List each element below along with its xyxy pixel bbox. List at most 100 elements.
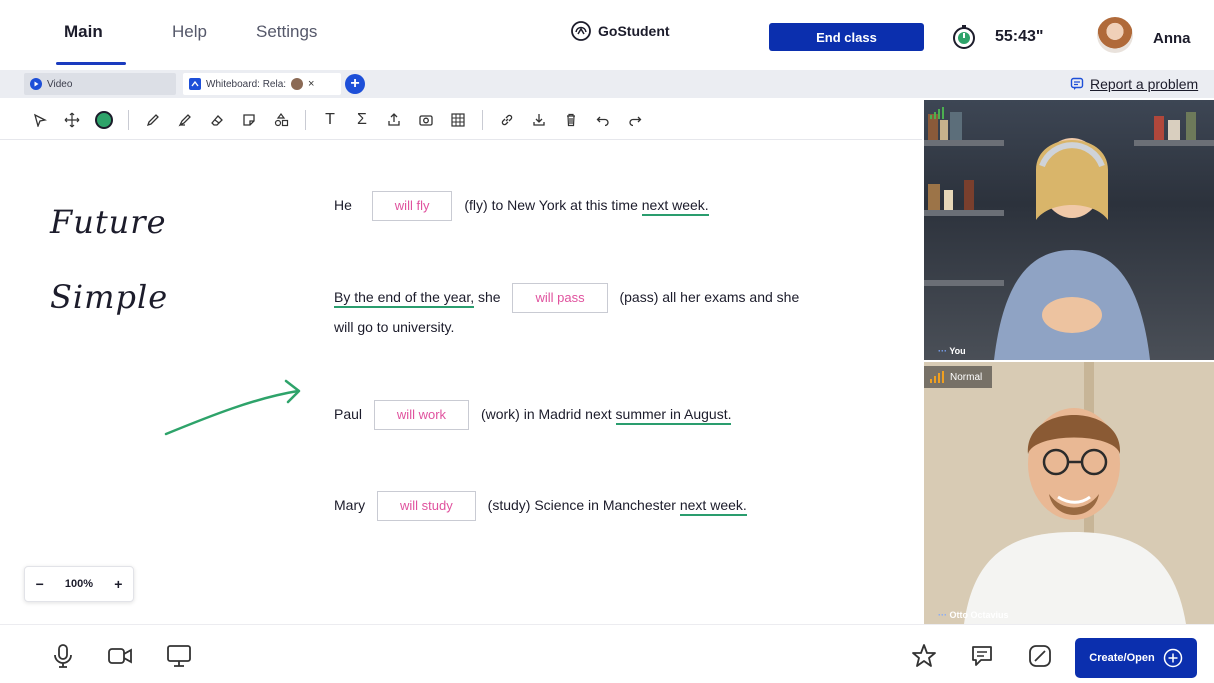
camera-button[interactable] bbox=[103, 639, 137, 673]
whiteboard-canvas[interactable]: Future Simple He will fly (fly) to New Y… bbox=[0, 141, 922, 621]
formula-icon[interactable]: Σ bbox=[346, 104, 378, 136]
end-class-button[interactable]: End class bbox=[769, 23, 924, 51]
answer-box[interactable]: will fly bbox=[371, 191, 453, 222]
sentence-text: will go to university. bbox=[334, 319, 455, 336]
stopwatch-icon bbox=[953, 25, 975, 49]
sentence-text: (study) Science in Manchester bbox=[487, 497, 676, 513]
pencil-icon[interactable] bbox=[137, 104, 169, 136]
answer-box[interactable]: will pass bbox=[512, 283, 608, 314]
marker-icon[interactable] bbox=[169, 104, 201, 136]
video-feed-otto[interactable]: Normal ··· Otto Octavius bbox=[924, 362, 1214, 624]
chat-button[interactable] bbox=[965, 639, 999, 673]
toolbar-divider bbox=[482, 109, 483, 130]
create-open-button[interactable]: Create/Open bbox=[1075, 638, 1197, 678]
document-tab-strip: Video Whiteboard: Rela: × + Report a pro… bbox=[0, 70, 1214, 98]
zoom-level: 100% bbox=[64, 578, 94, 590]
video-background-image bbox=[924, 112, 1214, 360]
chat-icon bbox=[972, 646, 992, 666]
exercise-sentence-2: By the end of the year, she will pass (p… bbox=[334, 283, 894, 341]
report-problem-label: Report a problem bbox=[1090, 76, 1199, 92]
report-problem-link[interactable]: Report a problem bbox=[1070, 76, 1198, 92]
answer-box[interactable]: will work bbox=[373, 400, 470, 431]
doc-tab-video-label: Video bbox=[47, 78, 73, 90]
video-label-you: ··· You bbox=[938, 346, 966, 356]
video-feed-you[interactable]: ··· You bbox=[924, 100, 1214, 360]
sentence-text: (pass) all her exams and she bbox=[619, 289, 800, 305]
plus-circle-icon bbox=[1163, 648, 1182, 668]
video-label-otto: ··· Otto Octavius bbox=[938, 610, 1009, 620]
sticky-note-icon[interactable] bbox=[233, 104, 265, 136]
tab-help[interactable]: Help bbox=[172, 22, 207, 42]
brand-logo: GoStudent bbox=[570, 20, 670, 42]
eraser-icon[interactable] bbox=[201, 104, 233, 136]
participant-name: You bbox=[949, 346, 966, 356]
bottom-controls-bar: Create/Open bbox=[0, 624, 1214, 683]
zoom-in-button[interactable]: + bbox=[114, 576, 122, 592]
sentence-text: Mary bbox=[334, 497, 366, 513]
zoom-out-button[interactable]: − bbox=[36, 576, 44, 592]
signal-bars-icon bbox=[930, 107, 944, 119]
participant-avatar-icon bbox=[291, 78, 304, 90]
underlined-phrase: next week. bbox=[679, 497, 747, 516]
underlined-phrase: By the end of the year, bbox=[334, 289, 475, 308]
table-icon[interactable] bbox=[442, 104, 474, 136]
screen-share-button[interactable] bbox=[162, 639, 196, 673]
quality-label: Normal bbox=[950, 371, 983, 383]
expand-icon bbox=[1029, 645, 1051, 667]
tab-main[interactable]: Main bbox=[64, 22, 103, 42]
video-background-image bbox=[924, 362, 1214, 624]
upload-icon[interactable] bbox=[378, 104, 410, 136]
gostudent-logo-icon bbox=[571, 21, 591, 41]
signal-strength-you bbox=[924, 102, 954, 124]
play-icon bbox=[30, 78, 42, 90]
redo-icon[interactable] bbox=[619, 104, 651, 136]
user-avatar[interactable] bbox=[1097, 17, 1133, 53]
sentence-text: (fly) to New York at this time bbox=[464, 197, 638, 213]
handwritten-simple: Simple bbox=[50, 278, 169, 316]
screen-share-icon bbox=[167, 645, 191, 667]
shapes-icon[interactable] bbox=[265, 104, 297, 136]
whiteboard-toolbar: T Σ bbox=[0, 100, 922, 140]
toolbar-divider bbox=[128, 109, 129, 130]
link-icon[interactable] bbox=[491, 104, 523, 136]
tab-settings[interactable]: Settings bbox=[256, 22, 317, 42]
user-name: Anna bbox=[1153, 30, 1191, 47]
fullscreen-button[interactable] bbox=[1023, 639, 1057, 673]
exercise-sentence-1: He will fly (fly) to New York at this ti… bbox=[334, 191, 709, 222]
undo-icon[interactable] bbox=[587, 104, 619, 136]
whiteboard-icon bbox=[189, 78, 201, 90]
participant-name: Otto Octavius bbox=[949, 610, 1009, 620]
create-open-label: Create/Open bbox=[1089, 652, 1155, 664]
sentence-text: Paul bbox=[334, 406, 363, 422]
star-icon bbox=[912, 644, 936, 667]
delete-icon[interactable] bbox=[555, 104, 587, 136]
move-tool-icon[interactable] bbox=[56, 104, 88, 136]
text-tool-icon[interactable]: T bbox=[314, 104, 346, 136]
exercise-sentence-3: Paul will work (work) in Madrid next sum… bbox=[334, 400, 732, 431]
flag-report-icon bbox=[1070, 77, 1084, 90]
underlined-phrase: summer in August. bbox=[615, 406, 732, 425]
active-tab-indicator bbox=[56, 62, 126, 65]
doc-tab-video[interactable]: Video bbox=[24, 73, 176, 95]
select-tool-icon[interactable] bbox=[24, 104, 56, 136]
color-picker-icon[interactable] bbox=[88, 104, 120, 136]
brand-name: GoStudent bbox=[598, 23, 670, 39]
zoom-control: − 100% + bbox=[24, 566, 134, 602]
top-bar: Main Help Settings GoStudent End class 5… bbox=[0, 0, 1214, 68]
doc-tab-whiteboard[interactable]: Whiteboard: Rela: × bbox=[183, 73, 341, 95]
exercise-sentence-4: Mary will study (study) Science in Manch… bbox=[334, 491, 747, 522]
add-tab-button[interactable]: + bbox=[345, 74, 365, 94]
download-icon[interactable] bbox=[523, 104, 555, 136]
sentence-text: (work) in Madrid next bbox=[480, 406, 612, 422]
handwritten-future: Future bbox=[50, 203, 167, 241]
answer-box[interactable]: will study bbox=[377, 491, 476, 522]
microphone-icon bbox=[54, 644, 72, 668]
favorite-button[interactable] bbox=[907, 639, 941, 673]
microphone-button[interactable] bbox=[46, 639, 80, 673]
sentence-text: she bbox=[478, 289, 501, 305]
quality-badge: Normal bbox=[924, 366, 993, 388]
camera-icon[interactable] bbox=[410, 104, 442, 136]
video-camera-icon bbox=[108, 648, 132, 664]
close-tab-icon[interactable]: × bbox=[308, 78, 314, 90]
sentence-text: He bbox=[334, 197, 352, 213]
